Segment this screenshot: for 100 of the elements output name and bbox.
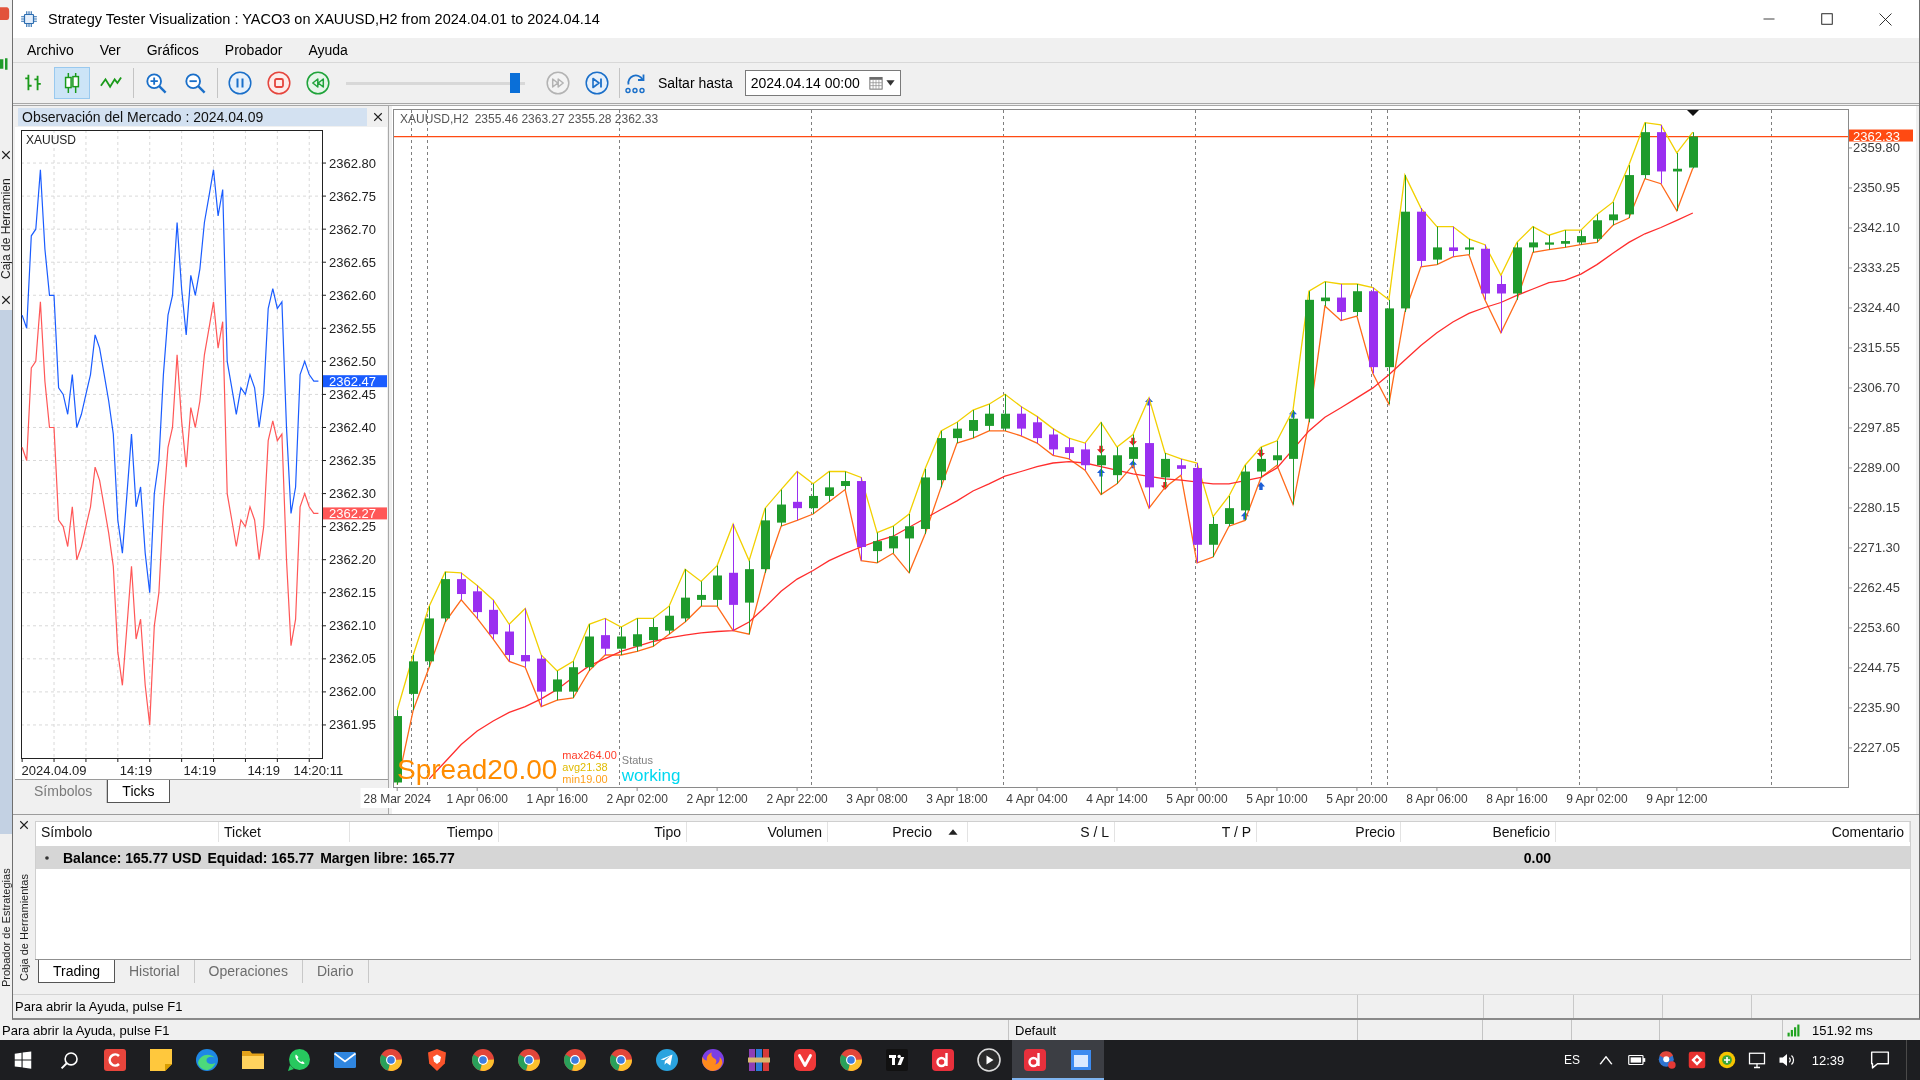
close-icon[interactable]	[373, 112, 383, 122]
axis-label: 2362.75	[329, 188, 376, 204]
slider-thumb[interactable]	[509, 73, 520, 93]
taskbar-app-button[interactable]	[1058, 1040, 1104, 1080]
candlestick-button[interactable]	[54, 67, 90, 99]
date-field[interactable]: 2024.04.14 00:00	[744, 70, 901, 96]
language-indicator[interactable]: ES	[1554, 1053, 1590, 1067]
menu-item[interactable]: Probador	[211, 39, 296, 61]
speaker-icon[interactable]	[1778, 1051, 1796, 1069]
bullet-icon	[45, 855, 49, 860]
menu-item[interactable]: Archivo	[14, 39, 87, 61]
axis-label: 2350.95	[1853, 180, 1900, 196]
axis-label: 2315.55	[1853, 340, 1900, 356]
column-header[interactable]: Volumen	[687, 822, 828, 842]
flame-circle-icon	[701, 1048, 725, 1072]
up-arrow-icon	[1240, 511, 1249, 520]
ping-reading: 151.92 ms	[1812, 1022, 1873, 1038]
diamond-tile-icon[interactable]	[1688, 1051, 1706, 1069]
close-icon[interactable]	[19, 820, 29, 830]
axis-label: 1 Apr 16:00	[526, 792, 588, 806]
axis-label: 2289.00	[1853, 460, 1900, 476]
axis-label: 2362.65	[329, 254, 376, 270]
panel-tab[interactable]: Historial	[114, 960, 195, 983]
segmented-circle-icon	[839, 1048, 863, 1072]
close-icon[interactable]	[1, 150, 11, 160]
chevron-up-icon[interactable]	[1599, 1055, 1613, 1065]
column-header[interactable]: Precio	[828, 822, 968, 842]
column-header[interactable]: S / L	[968, 822, 1115, 842]
axis-label: 3 Apr 18:00	[926, 792, 988, 806]
axis-label: 2362.80	[329, 155, 376, 171]
axis-label: 2244.75	[1853, 660, 1900, 676]
column-header[interactable]: Comentario	[1556, 822, 1910, 842]
column-header[interactable]: Beneficio	[1401, 822, 1556, 842]
axis-label: 2362.40	[329, 419, 376, 435]
axis-label: 28 Mar 2024	[363, 792, 431, 806]
axis-label: 2361.95	[329, 717, 376, 733]
clock[interactable]: 12:39	[1802, 1052, 1854, 1068]
status-text: Para abrir la Ayuda, pulse F1	[2, 1022, 170, 1038]
skip-forward-icon	[585, 71, 609, 95]
panel-title: Observación del Mercado : 2024.04.09	[18, 108, 367, 126]
axis-label: 2362.60	[329, 287, 376, 303]
badge-circle-icon[interactable]	[1658, 1051, 1676, 1069]
axis-label: 2362.20	[329, 552, 376, 568]
axis-label: 9 Apr 12:00	[1646, 792, 1708, 806]
plus-circle-icon[interactable]	[1718, 1051, 1736, 1069]
square-window-icon	[1069, 1048, 1093, 1072]
column-header[interactable]: T / P	[1115, 822, 1257, 842]
menu-item[interactable]: Ver	[86, 39, 134, 61]
axis-label: 2 Apr 12:00	[686, 792, 748, 806]
menu-item[interactable]: Gráficos	[133, 39, 212, 61]
window-title: Strategy Tester Visualization : YACO3 on XAUUSD,H2 from 2024.04.01 to 2024.04.14	[48, 11, 600, 27]
column-header[interactable]: Tipo	[499, 822, 687, 842]
panel-tab[interactable]: Ticks	[107, 780, 170, 803]
axis-label: 2235.90	[1853, 700, 1900, 716]
close-icon[interactable]	[1, 295, 11, 305]
status-label: Status	[621, 754, 654, 766]
segmented-circle-icon	[517, 1048, 541, 1072]
signal-bars-icon	[1787, 1023, 1800, 1037]
speech-bubble-icon[interactable]	[1870, 1050, 1890, 1070]
axis-label: 2262.45	[1853, 580, 1900, 596]
price-tag: 2362.33	[1849, 128, 1913, 144]
folder-icon	[241, 1048, 265, 1072]
axis-label: 2362.35	[329, 453, 376, 469]
segmented-circle-icon	[379, 1048, 403, 1072]
up-arrow-icon	[1129, 460, 1137, 469]
spread-stat: avg21.38	[562, 761, 609, 773]
clipped-toolbar-icon	[0, 57, 10, 71]
column-header[interactable]: Precio	[1257, 822, 1401, 842]
column-header[interactable]: Símbolo	[36, 822, 219, 842]
axis-label: 14:19	[183, 762, 217, 778]
side-tab[interactable]: Probador de Estrategias	[0, 847, 12, 987]
axis-label: 8 Apr 16:00	[1486, 792, 1548, 806]
side-tab[interactable]: Caja de Herramientas	[17, 851, 31, 981]
axis-label: 2362.30	[329, 486, 376, 502]
clipped-app-icon	[0, 6, 10, 20]
panel-tab[interactable]: Trading	[38, 960, 115, 983]
search-icon	[59, 1050, 79, 1070]
up-arrow-icon	[1097, 468, 1105, 477]
ring-stem-tile-icon	[1023, 1048, 1047, 1072]
taskbar-app-button[interactable]	[1012, 1040, 1058, 1080]
panel-tab[interactable]: Operaciones	[194, 960, 303, 983]
axis-label: 9 Apr 02:00	[1566, 792, 1628, 806]
status-text: Para abrir la Ayuda, pulse F1	[15, 999, 183, 1014]
monitor-icon[interactable]	[1748, 1051, 1766, 1069]
column-header[interactable]: Ticket	[219, 822, 350, 842]
shield-icon	[425, 1048, 449, 1072]
shift-marker-icon[interactable]	[1687, 110, 1699, 116]
axis-label: 2280.15	[1853, 500, 1900, 516]
axis-label: 4 Apr 04:00	[1006, 792, 1068, 806]
phone-bubble-icon	[287, 1048, 311, 1072]
ohlc-readout: 2355.46 2363.27 2355.28 2362.33	[474, 112, 659, 126]
menu-item[interactable]: Ayuda	[295, 39, 361, 61]
up-arrow-icon	[1288, 409, 1297, 418]
profile-name: Default	[1015, 1022, 1057, 1038]
down-arrow-icon	[1097, 445, 1105, 454]
down-arrow-icon	[1256, 449, 1265, 458]
panel-tab[interactable]: Diario	[302, 960, 369, 983]
up-arrow-icon	[1145, 397, 1153, 406]
jump-button[interactable]: Saltar hasta	[624, 67, 737, 99]
column-header[interactable]: Tiempo	[350, 822, 499, 842]
